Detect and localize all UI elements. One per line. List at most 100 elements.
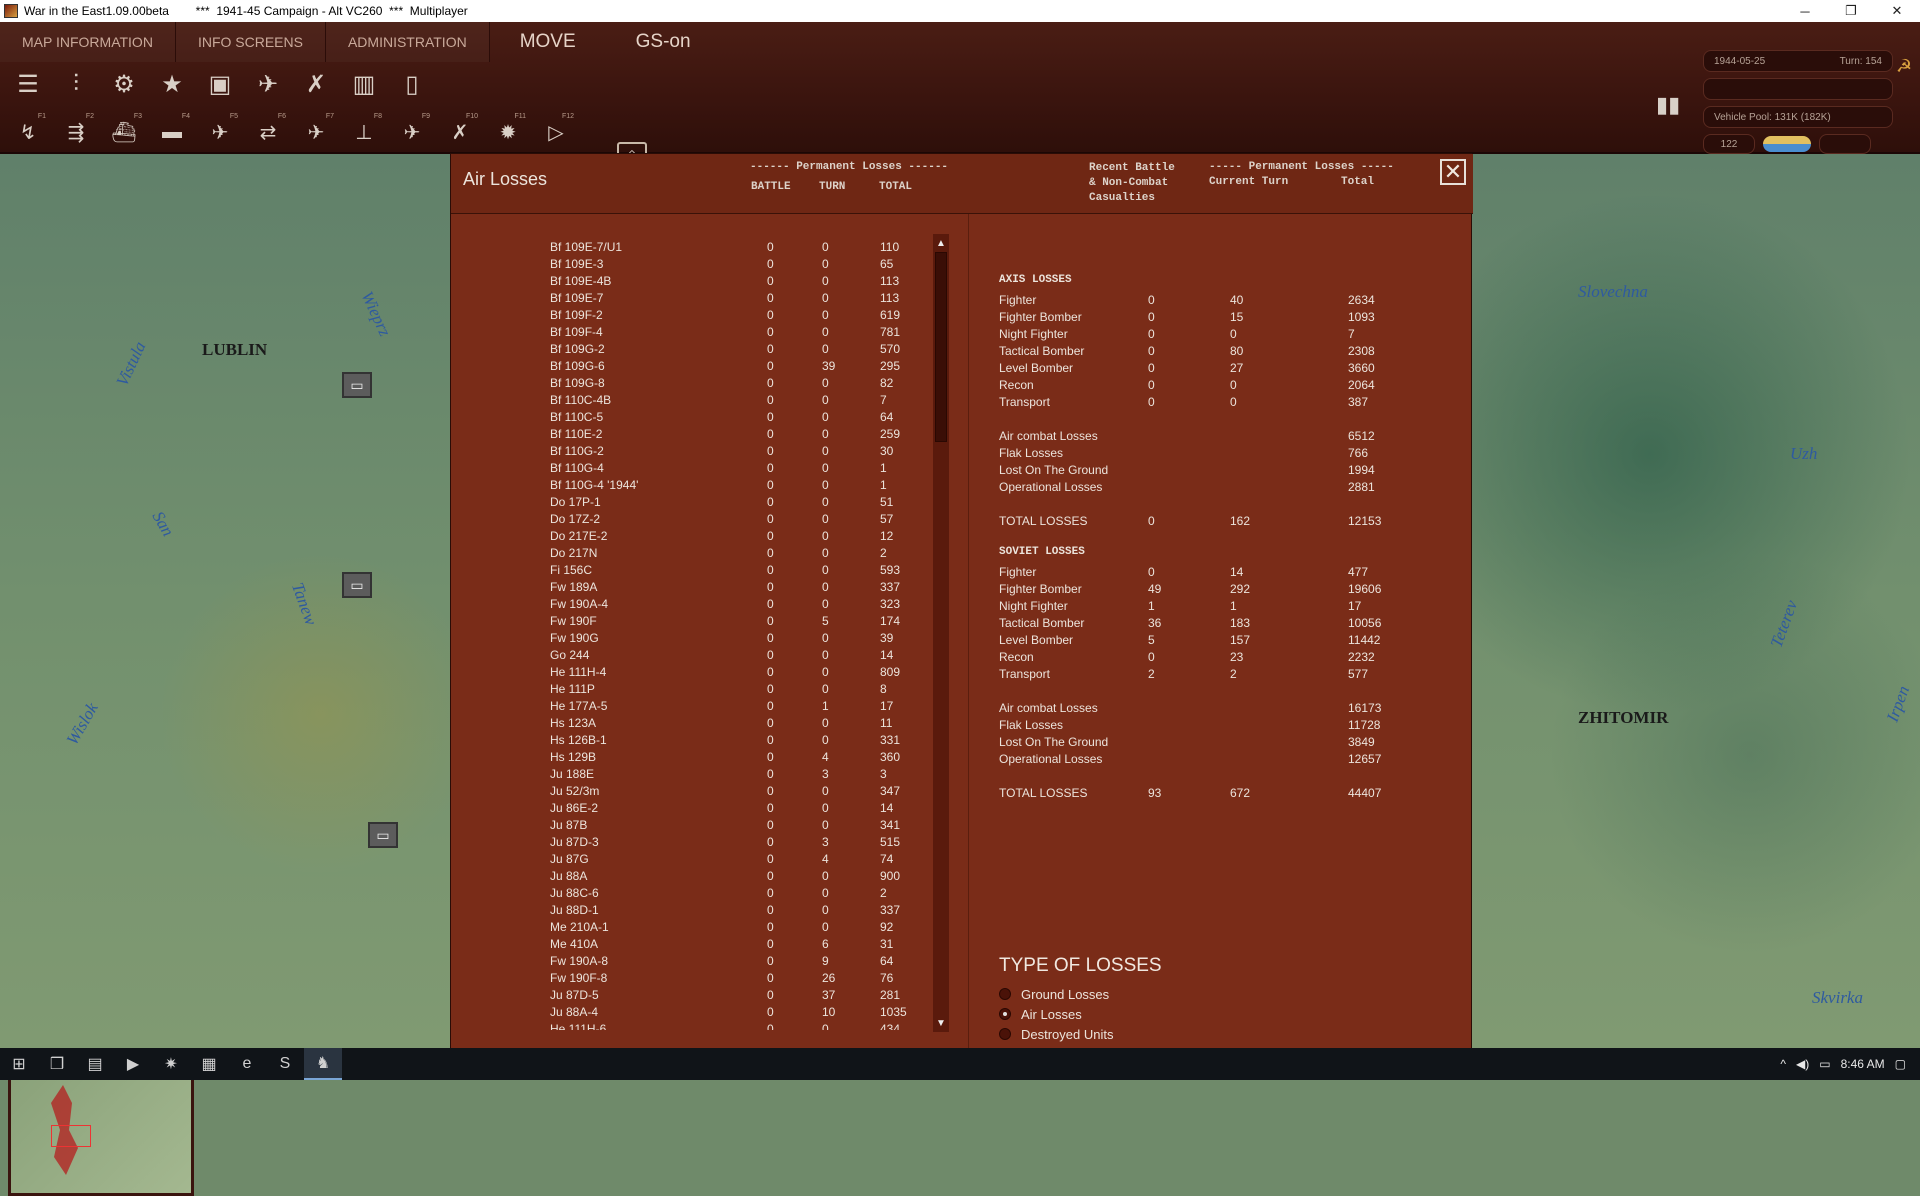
minimize-icon[interactable]: ─ (1782, 0, 1828, 22)
f10-bomb-icon[interactable]: ✗ F10 (440, 112, 480, 152)
aircraft-row[interactable]: Ju 87D-5 0 37 281 (451, 986, 931, 1003)
f9-recon-icon[interactable]: ✈ F9 (392, 112, 432, 152)
notification-icon[interactable]: ▭ (1819, 1057, 1830, 1071)
radio-ground-losses[interactable]: Ground Losses (999, 985, 1109, 1003)
aircraft-row[interactable]: Bf 110C-4B 0 0 7 (451, 391, 931, 408)
star-icon[interactable]: ★ (152, 64, 192, 104)
aircraft-row[interactable]: Bf 110G-4 '1944' 0 0 1 (451, 476, 931, 493)
aircraft-row[interactable]: Ju 86E-2 0 0 14 (451, 799, 931, 816)
skype-icon[interactable]: S (266, 1048, 304, 1080)
minimap-viewport[interactable] (51, 1125, 91, 1147)
scroll-down-icon[interactable]: ▼ (934, 1016, 948, 1030)
aircraft-row[interactable]: Do 217N 0 0 2 (451, 544, 931, 561)
aircraft-row[interactable]: Do 17P-1 0 0 51 (451, 493, 931, 510)
aircraft-row[interactable]: Ju 88A 0 0 900 (451, 867, 931, 884)
map-unit-counter[interactable]: ▭ (342, 372, 372, 398)
aircraft-row[interactable]: He 111H-4 0 0 809 (451, 663, 931, 680)
f6-transfer-icon[interactable]: ⇄ F6 (248, 112, 288, 152)
aircraft-row[interactable]: Fw 190F 0 5 174 (451, 612, 931, 629)
city-lublin[interactable]: LUBLIN (202, 340, 267, 360)
settings-icon[interactable]: ⚙ (104, 64, 144, 104)
aircraft-row[interactable]: Ju 87D-3 0 3 515 (451, 833, 931, 850)
aircraft-row[interactable]: Fi 156C 0 0 593 (451, 561, 931, 578)
menu-gs-on[interactable]: GS-on (606, 22, 721, 62)
aircraft-loss-list[interactable]: Bf 109E-7/U1 0 0 110 Bf 109E-3 0 0 65 Bf 109E-4B… (451, 238, 931, 1030)
aircraft-row[interactable]: Fw 190G 0 0 39 (451, 629, 931, 646)
hq-icon[interactable]: ▣ (200, 64, 240, 104)
aircraft-row[interactable]: Bf 110C-5 0 0 64 (451, 408, 931, 425)
chevron-up-icon[interactable]: ^ (1780, 1057, 1786, 1071)
clock[interactable]: 8:46 AM (1841, 1057, 1885, 1071)
menu-info-screens[interactable]: INFO SCREENS (176, 22, 326, 62)
aircraft-row[interactable]: Hs 126B-1 0 0 331 (451, 731, 931, 748)
start-icon[interactable]: ⊞ (0, 1048, 38, 1080)
media-icon[interactable]: ▶ (114, 1048, 152, 1080)
f5-air-icon[interactable]: ✈ F5 (200, 112, 240, 152)
aircraft-row[interactable]: Bf 109G-8 0 0 82 (451, 374, 931, 391)
radio-button-icon[interactable] (999, 1028, 1011, 1040)
aircraft-row[interactable]: Bf 109E-7 0 0 113 (451, 289, 931, 306)
aircraft-row[interactable]: Bf 110G-4 0 0 1 (451, 459, 931, 476)
air-strike-icon[interactable]: ✗ (296, 64, 336, 104)
aircraft-row[interactable]: Go 244 0 0 14 (451, 646, 931, 663)
aircraft-row[interactable]: Fw 190A-4 0 0 323 (451, 595, 931, 612)
bar-chart-icon[interactable]: ▮▮ (1656, 92, 1680, 118)
scroll-thumb[interactable] (935, 252, 947, 442)
aircraft-row[interactable]: Ju 88A-4 0 10 1035 (451, 1003, 931, 1020)
radio-destroyed-units[interactable]: Destroyed Units (999, 1025, 1113, 1043)
aircraft-row[interactable]: Ju 87B 0 0 341 (451, 816, 931, 833)
aircraft-row[interactable]: Do 17Z-2 0 0 57 (451, 510, 931, 527)
aircraft-row[interactable]: Bf 110G-2 0 0 30 (451, 442, 931, 459)
radio-button-icon[interactable] (999, 1008, 1011, 1020)
city-zhitomir[interactable]: ZHITOMIR (1578, 708, 1668, 728)
store-icon[interactable]: ▦ (190, 1048, 228, 1080)
f2-rail-icon[interactable]: ⇶ F2 (56, 112, 96, 152)
map-unit-counter[interactable]: ▭ (342, 572, 372, 598)
fuel-icon[interactable]: ▯ (392, 64, 432, 104)
aircraft-row[interactable]: Hs 123A 0 0 11 (451, 714, 931, 731)
layers-icon[interactable]: ☰ (8, 64, 48, 104)
settings-app-icon[interactable]: ✷ (152, 1048, 190, 1080)
aircraft-row[interactable]: Ju 88D-1 0 0 337 (451, 901, 931, 918)
close-dialog-button[interactable]: ✕ (1440, 159, 1466, 185)
task-view-icon[interactable]: ❒ (38, 1048, 76, 1080)
units-icon[interactable]: ⫶ (56, 64, 96, 104)
file-explorer-icon[interactable]: ▤ (76, 1048, 114, 1080)
aircraft-row[interactable]: Me 210A-1 0 0 92 (451, 918, 931, 935)
aircraft-row[interactable]: Fw 190F-8 0 26 76 (451, 969, 931, 986)
aircraft-row[interactable]: Fw 190A-8 0 9 64 (451, 952, 931, 969)
aircraft-row[interactable]: Bf 109F-2 0 0 619 (451, 306, 931, 323)
f8-airbase-icon[interactable]: ⊥ F8 (344, 112, 384, 152)
supply-icon[interactable]: ▥ (344, 64, 384, 104)
map-unit-counter[interactable]: ▭ (368, 822, 398, 848)
f1-move-icon[interactable]: ↯ F1 (8, 112, 48, 152)
radio-button-icon[interactable] (999, 988, 1011, 1000)
edge-icon[interactable]: e (228, 1048, 266, 1080)
radio-air-losses[interactable]: Air Losses (999, 1005, 1082, 1023)
scroll-up-icon[interactable]: ▲ (934, 236, 948, 250)
aircraft-row[interactable]: Bf 109F-4 0 0 781 (451, 323, 931, 340)
game-app-icon[interactable]: ♞ (304, 1048, 342, 1080)
aircraft-row[interactable]: Bf 109E-7/U1 0 0 110 (451, 238, 931, 255)
menu-move[interactable]: MOVE (490, 22, 606, 62)
menu-administration[interactable]: ADMINISTRATION (326, 22, 490, 62)
action-center-icon[interactable]: ▢ (1895, 1057, 1906, 1071)
f4-ground-icon[interactable]: ▬ F4 (152, 112, 192, 152)
f12-play-icon[interactable]: ▷ F12 (536, 112, 576, 152)
aircraft-row[interactable]: He 111H-6 0 0 434 (451, 1020, 931, 1030)
aircraft-row[interactable]: Bf 110E-2 0 0 259 (451, 425, 931, 442)
aircraft-row[interactable]: Bf 109G-6 0 39 295 (451, 357, 931, 374)
air-units-icon[interactable]: ✈ (248, 64, 288, 104)
aircraft-row[interactable]: Bf 109E-4B 0 0 113 (451, 272, 931, 289)
restore-icon[interactable]: ❐ (1828, 0, 1874, 22)
aircraft-row[interactable]: Ju 188E 0 3 3 (451, 765, 931, 782)
aircraft-row[interactable]: Me 410A 0 6 31 (451, 935, 931, 952)
aircraft-row[interactable]: Ju 88C-6 0 0 2 (451, 884, 931, 901)
aircraft-row[interactable]: He 177A-5 0 1 17 (451, 697, 931, 714)
f3-naval-icon[interactable]: ⛴ F3 (104, 112, 144, 152)
aircraft-row[interactable]: Bf 109G-2 0 0 570 (451, 340, 931, 357)
volume-icon[interactable]: ◀) (1796, 1057, 1809, 1071)
aircraft-row[interactable]: Hs 129B 0 4 360 (451, 748, 931, 765)
aircraft-row[interactable]: He 111P 0 0 8 (451, 680, 931, 697)
menu-map-information[interactable]: MAP INFORMATION (0, 22, 176, 62)
